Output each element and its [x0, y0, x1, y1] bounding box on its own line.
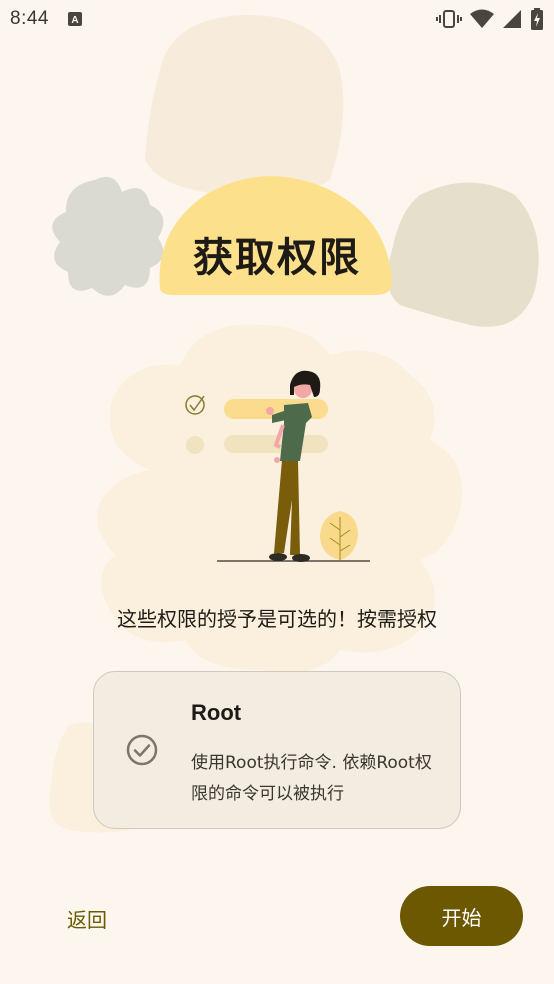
permission-description: 使用Root执行命令. 依赖Root权限的命令可以被执行: [191, 753, 432, 804]
permission-card-root[interactable]: Root 使用Root执行命令. 依赖Root权限的命令可以被执行: [93, 671, 461, 829]
back-button[interactable]: 返回: [44, 893, 130, 943]
small-check-icon: [185, 395, 205, 415]
optional-permissions-hint: 这些权限的授予是可选的！按需授权: [117, 607, 437, 631]
start-button[interactable]: 开始: [400, 886, 523, 946]
check-circle-icon: [126, 734, 158, 766]
page-title: 获取权限: [193, 235, 361, 281]
permission-title: Root: [191, 700, 242, 725]
permission-illustration: [185, 370, 370, 562]
